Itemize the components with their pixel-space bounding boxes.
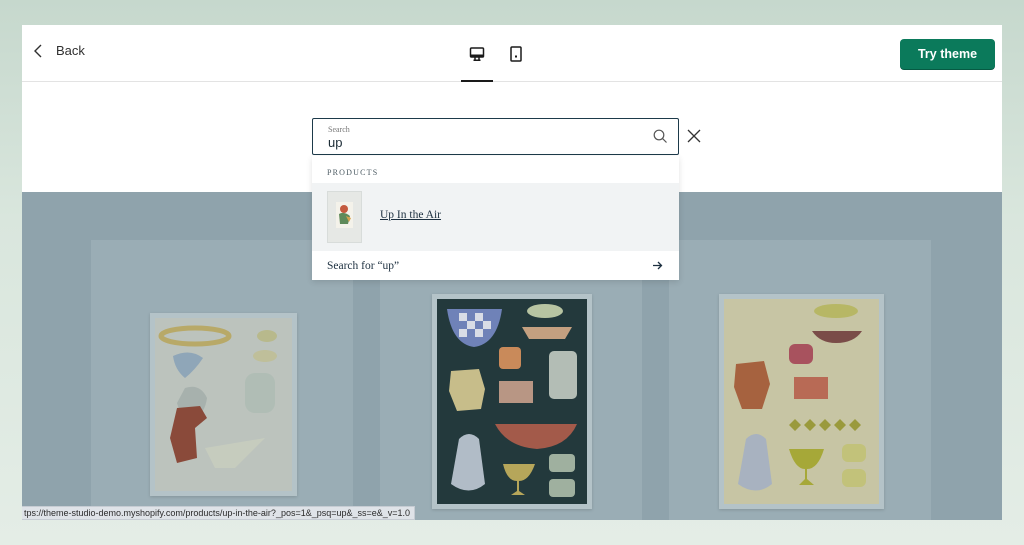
search-value: up [328, 135, 343, 150]
arrow-right-icon [652, 260, 663, 274]
products-heading: PRODUCTS [327, 168, 379, 177]
back-button[interactable]: Back [34, 43, 85, 58]
try-theme-button[interactable]: Try theme [900, 39, 995, 69]
back-label: Back [56, 43, 85, 58]
top-bar: Back Try theme [22, 25, 1002, 82]
mobile-icon [510, 45, 522, 62]
predictive-search-dropdown: PRODUCTS Up In the Air Search for “up” [312, 156, 679, 280]
result-title[interactable]: Up In the Air [380, 209, 441, 221]
desktop-icon [469, 46, 485, 61]
search-for-label: Search for “up” [327, 260, 400, 272]
artwork-illustration [158, 325, 277, 468]
artwork-illustration [447, 304, 577, 497]
close-icon[interactable] [687, 129, 701, 148]
search-icon[interactable] [653, 129, 668, 149]
desktop-view-button[interactable] [460, 25, 494, 82]
mobile-view-button[interactable] [499, 25, 533, 82]
artwork-bowls[interactable] [432, 294, 592, 509]
theme-preview-frame: Back Try theme Search up PRODUCTS Up In … [22, 25, 1002, 520]
product-thumbnail [327, 191, 362, 243]
artwork-pitchers[interactable] [150, 313, 297, 496]
search-result-item[interactable]: Up In the Air [312, 183, 679, 251]
search-for-link[interactable]: Search for “up” [312, 252, 679, 280]
chevron-left-icon [34, 44, 42, 57]
search-input[interactable]: Search up [312, 118, 679, 155]
artwork-vessels[interactable] [719, 294, 884, 509]
browser-status-bar: tps://theme-studio-demo.myshopify.com/pr… [22, 506, 416, 520]
device-switcher [460, 25, 538, 82]
search-label: Search [328, 125, 350, 134]
artwork-illustration [734, 304, 866, 491]
